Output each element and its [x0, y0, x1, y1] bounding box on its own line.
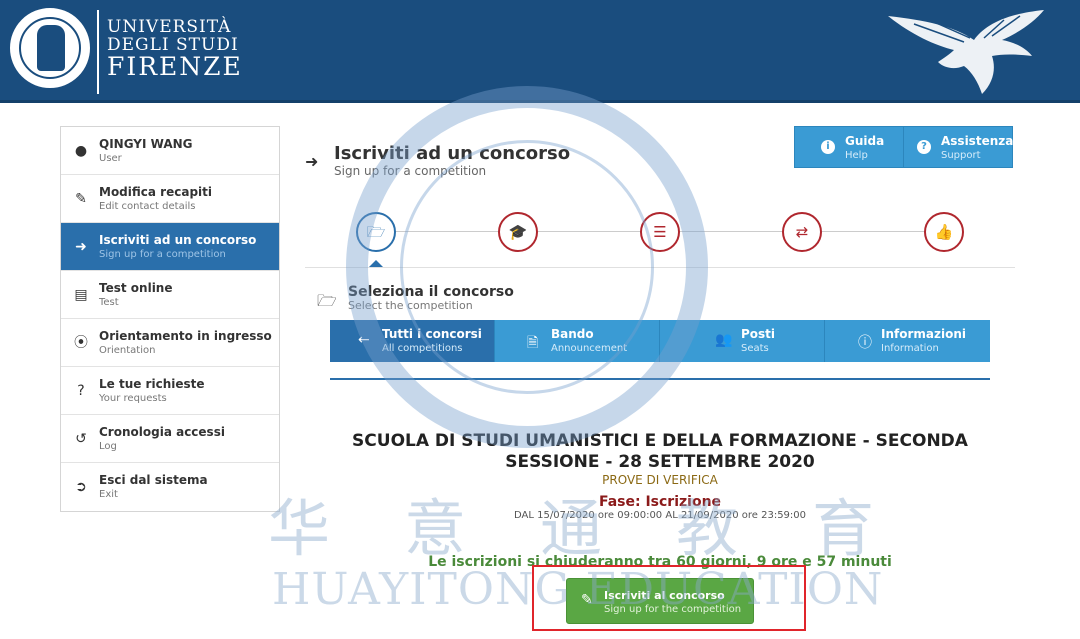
- sidebar-item-label: Modifica recapiti: [99, 185, 212, 199]
- sign-in-icon: ➜: [75, 239, 87, 255]
- users-icon: 👥: [715, 332, 733, 348]
- sidebar-item-test-online[interactable]: ▤ Test online Test: [61, 271, 279, 319]
- step-random[interactable]: ⇄: [782, 212, 822, 252]
- sidebar-item-sublabel: Log: [99, 441, 117, 452]
- tab-sublabel: Announcement: [551, 343, 628, 354]
- sidebar-item-label: Cronologia accessi: [99, 425, 225, 439]
- edit-icon: ✎: [75, 191, 87, 207]
- header-divider: [97, 10, 99, 94]
- sidebar-item-log[interactable]: ↺ Cronologia accessi Log: [61, 415, 279, 463]
- sign-out-icon: ➲: [75, 479, 87, 495]
- section-title: Seleziona il concorso: [348, 284, 514, 300]
- thumbs-up-icon: 👍: [934, 223, 954, 241]
- site-header: UNIVERSITÀ DEGLI STUDI FIRENZE: [0, 0, 1080, 103]
- folder-open-icon: 🗁: [366, 223, 386, 241]
- history-icon: ↺: [75, 431, 87, 447]
- document-icon: 🗎: [527, 335, 539, 351]
- arrow-left-icon: ←: [358, 332, 370, 348]
- sidebar-item-label: Orientamento in ingresso: [99, 329, 272, 343]
- list-icon: ☰: [653, 223, 667, 241]
- sidebar-menu: ● QINGYI WANG User ✎ Modifica recapiti E…: [60, 126, 280, 512]
- active-step-caret: [369, 260, 383, 267]
- tab-information[interactable]: ⓘ Informazioni Information: [825, 320, 990, 362]
- sidebar-item-label: Iscriviti ad un concorso: [99, 233, 257, 247]
- sidebar-item-edit-contact[interactable]: ✎ Modifica recapiti Edit contact details: [61, 175, 279, 223]
- support-button-sublabel: Support: [941, 150, 981, 161]
- tab-sublabel: Seats: [741, 343, 769, 354]
- competition-dates: DAL 15/07/2020 ore 09:00:00 AL 21/09/202…: [513, 510, 807, 521]
- tab-sublabel: All competitions: [382, 343, 463, 354]
- sidebar-item-sublabel: Edit contact details: [99, 201, 196, 212]
- university-name-line1: UNIVERSITÀ: [107, 17, 232, 37]
- sidebar-item-sublabel: Your requests: [99, 393, 167, 404]
- sidebar-item-sublabel: Exit: [99, 489, 118, 500]
- tab-label: Tutti i concorsi: [382, 327, 482, 341]
- competition-phase: Fase: Iscrizione: [598, 494, 722, 510]
- competition-title-line1: SCUOLA DI STUDI UMANISTICI E DELLA FORMA…: [352, 431, 968, 451]
- competition-type: PROVE DI VERIFICA: [602, 473, 718, 487]
- step-degree[interactable]: 🎓: [498, 212, 538, 252]
- tab-label: Informazioni: [881, 327, 966, 341]
- help-button-label: Guida: [845, 134, 885, 148]
- user-icon: ●: [74, 143, 88, 159]
- tab-all-competitions[interactable]: ← Tutti i concorsi All competitions: [330, 320, 495, 362]
- sidebar-item-user[interactable]: ● QINGYI WANG User: [61, 127, 279, 175]
- tabs-underline: [330, 378, 990, 380]
- support-button[interactable]: ? Assistenza Support: [903, 126, 1013, 168]
- compass-icon: ⦿: [74, 335, 88, 351]
- sidebar-item-label: QINGYI WANG: [99, 137, 193, 151]
- competition-title: SCUOLA DI STUDI UMANISTICI E DELLA FORMA…: [330, 431, 990, 473]
- graduation-cap-icon: 🎓: [508, 223, 528, 241]
- question-icon: ?: [77, 383, 85, 399]
- step-list[interactable]: ☰: [640, 212, 680, 252]
- sidebar-item-sublabel: Test: [99, 297, 119, 308]
- info-icon: i: [821, 140, 835, 154]
- page-subtitle: Sign up for a competition: [334, 164, 487, 178]
- question-circle-icon: ?: [917, 140, 931, 154]
- sidebar-item-sublabel: User: [99, 153, 122, 164]
- sidebar-item-sublabel: Sign up for a competition: [99, 249, 226, 260]
- app-root: UNIVERSITÀ DEGLI STUDI FIRENZE ● QINGYI …: [0, 0, 1080, 639]
- section-divider: [305, 267, 1015, 268]
- tab-sublabel: Information: [881, 343, 939, 354]
- tab-label: Posti: [741, 327, 776, 341]
- sidebar-item-exit[interactable]: ➲ Esci dal sistema Exit: [61, 463, 279, 511]
- list-icon: ▤: [74, 287, 88, 303]
- step-select-competition[interactable]: 🗁: [356, 212, 396, 252]
- red-highlight-box: [532, 565, 806, 631]
- step-confirm[interactable]: 👍: [924, 212, 964, 252]
- tab-announcement[interactable]: 🗎 Bando Announcement: [495, 320, 660, 362]
- university-name-line3: FIRENZE: [107, 52, 243, 81]
- university-name[interactable]: UNIVERSITÀ DEGLI STUDI FIRENZE: [107, 18, 243, 80]
- sidebar-item-sublabel: Orientation: [99, 345, 156, 356]
- help-button-sublabel: Help: [845, 150, 868, 161]
- support-button-label: Assistenza: [941, 134, 1014, 148]
- university-seal-logo[interactable]: [10, 8, 90, 88]
- folder-open-icon: 🗁: [317, 291, 337, 310]
- section-subtitle: Select the competition: [348, 299, 473, 312]
- help-button[interactable]: i Guida Help: [794, 126, 904, 168]
- sign-in-icon: ➜: [305, 152, 319, 171]
- sidebar-item-label: Le tue richieste: [99, 377, 205, 391]
- tab-label: Bando: [551, 327, 594, 341]
- page-title: Iscriviti ad un concorso: [334, 143, 571, 164]
- sidebar-item-requests[interactable]: ? Le tue richieste Your requests: [61, 367, 279, 415]
- sidebar-item-label: Esci dal sistema: [99, 473, 208, 487]
- info-icon: ⓘ: [858, 335, 872, 351]
- competition-title-line2: SESSIONE - 28 SETTEMBRE 2020: [505, 452, 815, 472]
- tab-seats[interactable]: 👥 Posti Seats: [660, 320, 825, 362]
- sidebar-item-label: Test online: [99, 281, 173, 295]
- sidebar-item-sign-up[interactable]: ➜ Iscriviti ad un concorso Sign up for a…: [61, 223, 279, 271]
- random-icon: ⇄: [795, 223, 809, 241]
- eagle-logo-icon: [888, 10, 1044, 94]
- sidebar-item-orientation[interactable]: ⦿ Orientamento in ingresso Orientation: [61, 319, 279, 367]
